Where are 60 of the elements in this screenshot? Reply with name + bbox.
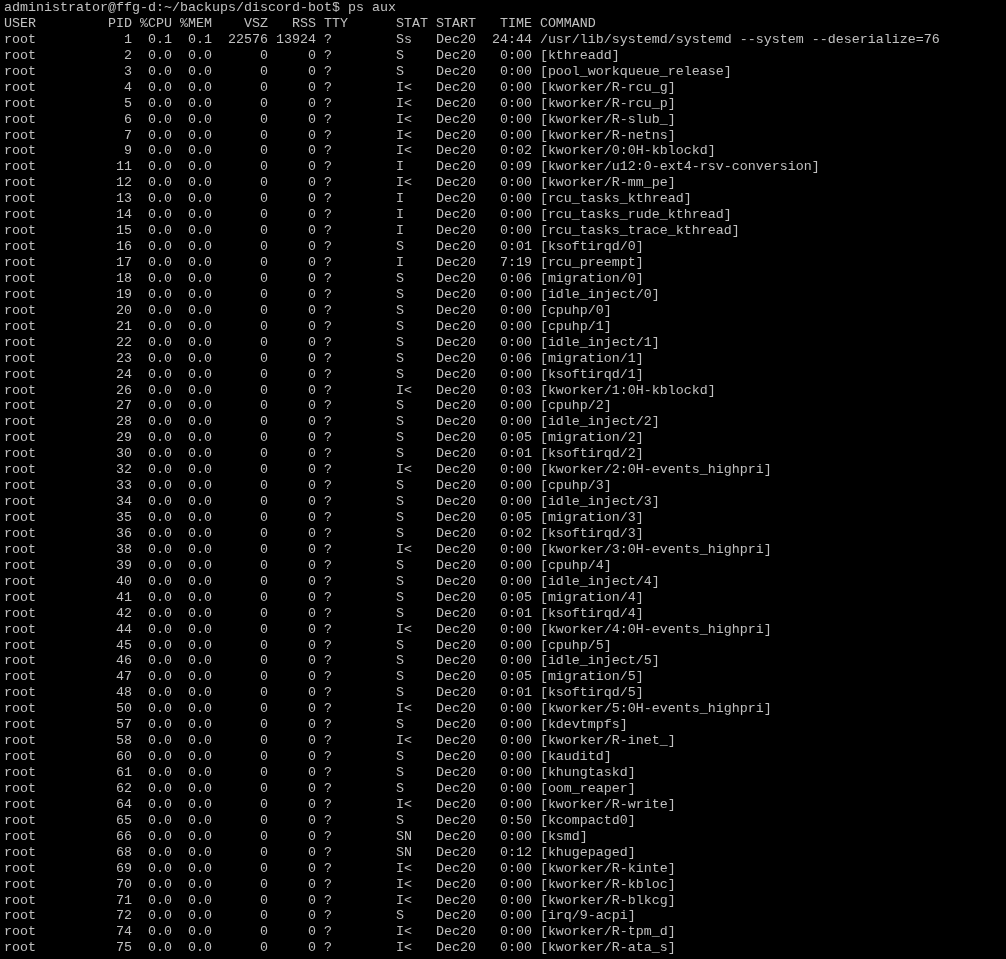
process-row: root 75 0.0 0.0 0 0 ? I< Dec20 0:00 [kworker/R-ata_s] <box>4 940 676 956</box>
process-row: root 32 0.0 0.0 0 0 ? I< Dec20 0:00 [kworker/2:0H-events_highpri] <box>4 462 772 478</box>
process-row: root 9 0.0 0.0 0 0 ? I< Dec20 0:02 [kworker/0:0H-kblockd] <box>4 143 716 159</box>
process-row: root 27 0.0 0.0 0 0 ? S Dec20 0:00 [cpuhp/2] <box>4 398 612 414</box>
process-row: root 58 0.0 0.0 0 0 ? I< Dec20 0:00 [kworker/R-inet_] <box>4 733 676 749</box>
process-row: root 22 0.0 0.0 0 0 ? S Dec20 0:00 [idle_inject/1] <box>4 334 660 350</box>
process-row: root 24 0.0 0.0 0 0 ? S Dec20 0:00 [ksoftirqd/1] <box>4 366 644 382</box>
process-row: root 72 0.0 0.0 0 0 ? S Dec20 0:00 [irq/9-acpi] <box>4 908 636 924</box>
process-row: root 15 0.0 0.0 0 0 ? I Dec20 0:00 [rcu_tasks_trace_kthread] <box>4 223 740 239</box>
process-row: root 26 0.0 0.0 0 0 ? I< Dec20 0:03 [kworker/1:0H-kblockd] <box>4 382 716 398</box>
process-row: root 68 0.0 0.0 0 0 ? SN Dec20 0:12 [khugepaged] <box>4 844 636 860</box>
process-row: root 41 0.0 0.0 0 0 ? S Dec20 0:05 [migration/4] <box>4 589 644 605</box>
process-row: root 12 0.0 0.0 0 0 ? I< Dec20 0:00 [kworker/R-mm_pe] <box>4 175 676 191</box>
process-row: root 65 0.0 0.0 0 0 ? S Dec20 0:50 [kcompactd0] <box>4 812 636 828</box>
process-row: root 4 0.0 0.0 0 0 ? I< Dec20 0:00 [kworker/R-rcu_g] <box>4 79 676 95</box>
column-header: USER PID %CPU %MEM VSZ RSS TTY STAT START TIME COMMAND <box>4 15 596 31</box>
process-row: root 46 0.0 0.0 0 0 ? S Dec20 0:00 [idle_inject/5] <box>4 653 660 669</box>
process-row: root 5 0.0 0.0 0 0 ? I< Dec20 0:00 [kworker/R-rcu_p] <box>4 95 676 111</box>
process-row: root 23 0.0 0.0 0 0 ? S Dec20 0:06 [migration/1] <box>4 350 644 366</box>
process-row: root 61 0.0 0.0 0 0 ? S Dec20 0:00 [khungtaskd] <box>4 765 636 780</box>
command-prompt: administrator@ffg-d:~/backups/discord-bot$ ps aux <box>4 0 396 15</box>
process-row: root 74 0.0 0.0 0 0 ? I< Dec20 0:00 [kworker/R-tpm_d] <box>4 924 676 940</box>
process-row: root 69 0.0 0.0 0 0 ? I< Dec20 0:00 [kworker/R-kinte] <box>4 860 676 876</box>
process-row: root 17 0.0 0.0 0 0 ? I Dec20 7:19 [rcu_preempt] <box>4 255 644 270</box>
process-row: root 11 0.0 0.0 0 0 ? I Dec20 0:09 [kworker/u12:0-ext4-rsv-conversion] <box>4 159 820 175</box>
process-row: root 33 0.0 0.0 0 0 ? S Dec20 0:00 [cpuhp/3] <box>4 478 612 494</box>
process-row: root 64 0.0 0.0 0 0 ? I< Dec20 0:00 [kworker/R-write] <box>4 796 676 812</box>
process-row: root 13 0.0 0.0 0 0 ? I Dec20 0:00 [rcu_tasks_kthread] <box>4 191 692 207</box>
process-row: root 30 0.0 0.0 0 0 ? S Dec20 0:01 [ksoftirqd/2] <box>4 446 644 462</box>
process-row: root 18 0.0 0.0 0 0 ? S Dec20 0:06 [migration/0] <box>4 270 644 286</box>
process-row: root 45 0.0 0.0 0 0 ? S Dec20 0:00 [cpuhp/5] <box>4 637 612 653</box>
process-row: root 7 0.0 0.0 0 0 ? I< Dec20 0:00 [kworker/R-netns] <box>4 127 676 143</box>
process-row: root 66 0.0 0.0 0 0 ? SN Dec20 0:00 [ksmd] <box>4 828 588 844</box>
process-row: root 35 0.0 0.0 0 0 ? S Dec20 0:05 [migration/3] <box>4 510 644 525</box>
process-row: root 14 0.0 0.0 0 0 ? I Dec20 0:00 [rcu_tasks_rude_kthread] <box>4 207 732 223</box>
process-row: root 44 0.0 0.0 0 0 ? I< Dec20 0:00 [kworker/4:0H-events_highpri] <box>4 621 772 637</box>
process-row: root 38 0.0 0.0 0 0 ? I< Dec20 0:00 [kworker/3:0H-events_highpri] <box>4 541 772 557</box>
process-row: root 70 0.0 0.0 0 0 ? I< Dec20 0:00 [kworker/R-kbloc] <box>4 876 676 892</box>
process-row: root 50 0.0 0.0 0 0 ? I< Dec20 0:00 [kworker/5:0H-events_highpri] <box>4 701 772 717</box>
process-row: root 48 0.0 0.0 0 0 ? S Dec20 0:01 [ksoftirqd/5] <box>4 685 644 701</box>
process-row: root 42 0.0 0.0 0 0 ? S Dec20 0:01 [ksoftirqd/4] <box>4 605 644 621</box>
process-row: root 19 0.0 0.0 0 0 ? S Dec20 0:00 [idle_inject/0] <box>4 286 660 302</box>
process-row: root 20 0.0 0.0 0 0 ? S Dec20 0:00 [cpuhp/0] <box>4 302 612 318</box>
process-row: root 40 0.0 0.0 0 0 ? S Dec20 0:00 [idle_inject/4] <box>4 573 660 589</box>
process-row: root 21 0.0 0.0 0 0 ? S Dec20 0:00 [cpuhp/1] <box>4 318 612 334</box>
process-row: root 39 0.0 0.0 0 0 ? S Dec20 0:00 [cpuhp/4] <box>4 557 612 573</box>
process-row: root 6 0.0 0.0 0 0 ? I< Dec20 0:00 [kworker/R-slub_] <box>4 111 676 127</box>
process-row: root 57 0.0 0.0 0 0 ? S Dec20 0:00 [kdevtmpfs] <box>4 717 628 733</box>
process-row: root 34 0.0 0.0 0 0 ? S Dec20 0:00 [idle_inject/3] <box>4 494 660 510</box>
process-row: root 71 0.0 0.0 0 0 ? I< Dec20 0:00 [kworker/R-blkcg] <box>4 892 676 908</box>
process-row: root 29 0.0 0.0 0 0 ? S Dec20 0:05 [migration/2] <box>4 430 644 446</box>
process-row: root 28 0.0 0.0 0 0 ? S Dec20 0:00 [idle_inject/2] <box>4 414 660 430</box>
process-row: root 3 0.0 0.0 0 0 ? S Dec20 0:00 [pool_workqueue_release] <box>4 63 732 79</box>
process-row: root 2 0.0 0.0 0 0 ? S Dec20 0:00 [kthreadd] <box>4 47 620 63</box>
process-row: root 1 0.1 0.1 22576 13924 ? Ss Dec20 24:44 /usr/lib/systemd/systemd --system --deserialize=76 <box>4 31 940 47</box>
process-row: root 16 0.0 0.0 0 0 ? S Dec20 0:01 [ksoftirqd/0] <box>4 239 644 255</box>
process-row: root 47 0.0 0.0 0 0 ? S Dec20 0:05 [migration/5] <box>4 669 644 685</box>
process-row: root 60 0.0 0.0 0 0 ? S Dec20 0:00 [kauditd] <box>4 749 612 765</box>
process-row: root 62 0.0 0.0 0 0 ? S Dec20 0:00 [oom_reaper] <box>4 780 636 796</box>
process-row: root 36 0.0 0.0 0 0 ? S Dec20 0:02 [ksoftirqd/3] <box>4 525 644 541</box>
